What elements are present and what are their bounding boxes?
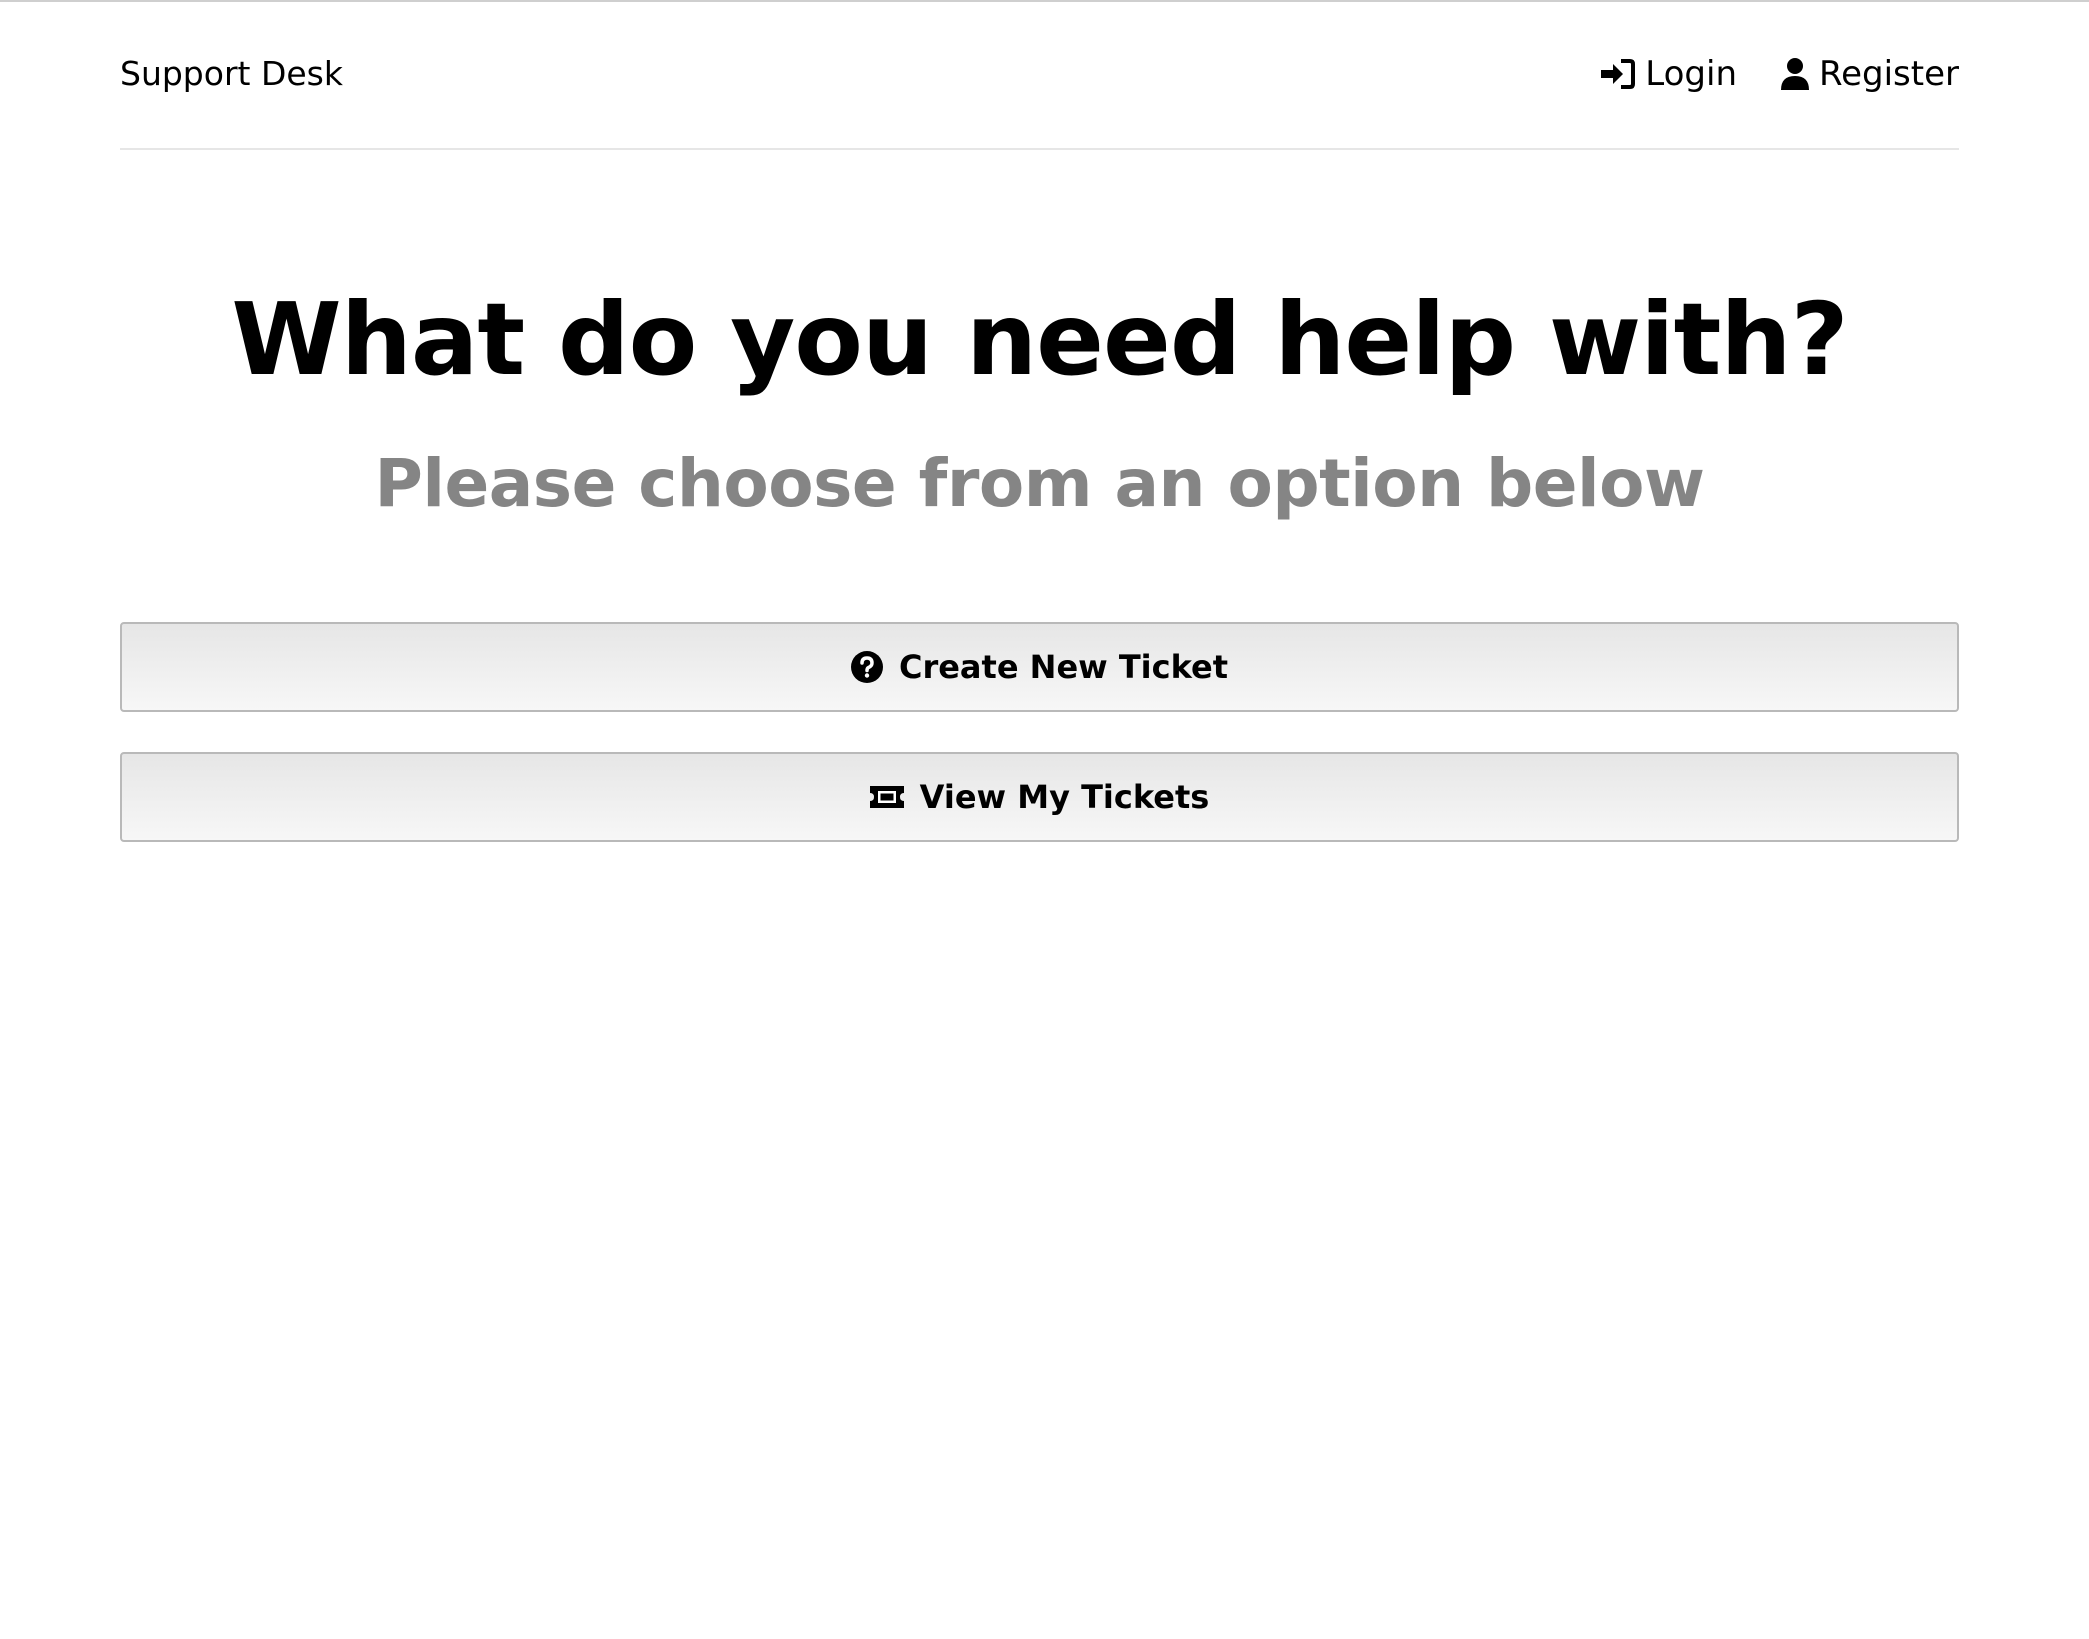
sign-in-icon [1601, 59, 1636, 89]
site-logo[interactable]: Support Desk [120, 54, 343, 93]
hero-title: What do you need help with? [231, 281, 1848, 398]
site-header: Support Desk Login Register [120, 0, 1959, 150]
page-container: Support Desk Login Register What do you … [120, 0, 1959, 842]
action-buttons: Create New Ticket View My Tickets [120, 622, 1959, 842]
create-new-ticket-button[interactable]: Create New Ticket [120, 622, 1959, 712]
hero-subtitle: Please choose from an option below [374, 445, 1705, 522]
question-circle-icon [850, 651, 883, 683]
create-new-ticket-label: Create New Ticket [898, 648, 1229, 686]
ticket-icon [869, 784, 904, 810]
header-nav: Login Register [1601, 54, 1959, 94]
login-label: Login [1645, 54, 1738, 94]
view-my-tickets-button[interactable]: View My Tickets [120, 752, 1959, 842]
register-label: Register [1819, 54, 1959, 94]
user-icon [1781, 58, 1810, 90]
view-my-tickets-label: View My Tickets [919, 778, 1210, 816]
hero-section: What do you need help with? Please choos… [120, 281, 1959, 523]
login-link[interactable]: Login [1601, 54, 1737, 94]
register-link[interactable]: Register [1781, 54, 1959, 94]
